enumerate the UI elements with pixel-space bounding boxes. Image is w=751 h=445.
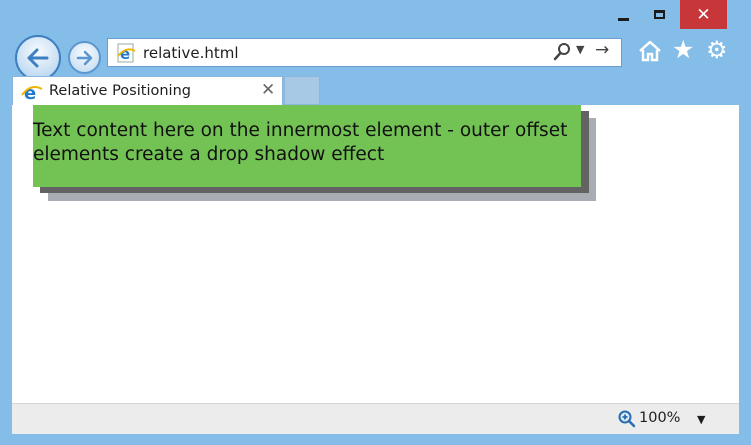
page-content: Text content here on the innermost eleme…	[12, 105, 739, 403]
search-dropdown-icon[interactable]: ▼	[576, 43, 584, 56]
close-tab-icon[interactable]: ✕	[261, 80, 275, 100]
address-text[interactable]: relative.html	[143, 44, 239, 62]
new-tab-button[interactable]	[284, 76, 320, 105]
close-icon: ✕	[696, 4, 711, 25]
svg-text:e: e	[120, 45, 130, 63]
ie-page-icon: e	[21, 83, 43, 102]
forward-arrow-icon	[76, 50, 92, 65]
back-arrow-icon	[27, 48, 49, 68]
zoom-level[interactable]: 100%	[639, 410, 680, 426]
home-icon	[639, 40, 661, 62]
home-button[interactable]	[638, 39, 662, 63]
address-bar[interactable]: e relative.html ▼ →	[107, 38, 622, 67]
forward-button[interactable]	[68, 41, 101, 74]
maximize-button[interactable]	[642, 0, 676, 29]
zoom-icon[interactable]	[618, 410, 636, 428]
status-bar: 100% ▼	[12, 403, 739, 434]
zoom-dropdown-icon[interactable]: ▼	[697, 413, 705, 426]
tools-button[interactable]: ⚙	[706, 36, 728, 64]
minimize-icon	[617, 18, 629, 21]
browser-window: ✕ e relative.html ▼ → ★ ⚙ e Relative Pos…	[0, 0, 751, 445]
gear-icon: ⚙	[706, 36, 728, 64]
ie-page-icon: e	[117, 43, 136, 63]
tab-label: Relative Positioning	[49, 83, 191, 99]
svg-text:e: e	[24, 83, 36, 102]
back-button[interactable]	[15, 35, 61, 81]
minimize-button[interactable]	[606, 0, 640, 29]
go-arrow-icon[interactable]: →	[595, 40, 609, 60]
tab-relative-positioning[interactable]: e Relative Positioning ✕	[12, 76, 283, 106]
innermost-text: Text content here on the innermost eleme…	[33, 120, 568, 165]
close-window-button[interactable]: ✕	[680, 0, 727, 29]
favorites-button[interactable]: ★	[672, 35, 694, 64]
star-icon: ★	[672, 35, 695, 64]
innermost-text-box: Text content here on the innermost eleme…	[33, 105, 581, 187]
maximize-icon	[653, 10, 665, 19]
search-icon[interactable]	[553, 42, 571, 62]
